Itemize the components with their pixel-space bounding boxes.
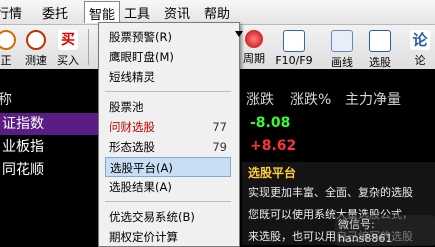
toolbar-f10-label: F10/F9 xyxy=(275,54,313,67)
column-header-name[interactable]: 称 xyxy=(0,89,12,109)
menu-quotes[interactable]: 行情 xyxy=(0,3,22,22)
menu-item-option-pricing[interactable]: 期权定价计算 xyxy=(105,227,231,247)
toolbar-speed-label: 测速 xyxy=(25,54,47,67)
draw-line-icon xyxy=(331,30,353,52)
menu-tools[interactable]: 工具 xyxy=(124,3,150,22)
menu-item-label: 选股平台(A) xyxy=(110,161,173,175)
clock-icon xyxy=(26,30,46,50)
menu-item-label: 形态选股 xyxy=(109,140,155,154)
circle-icon xyxy=(245,30,263,48)
toolbar-speed-button[interactable]: 测速 xyxy=(20,28,52,67)
smart-dropdown-menu: 股票预警(R) 鹰眼盯盘(M) 短线精灵 股票池 问财选股 77 形态选股 79… xyxy=(98,22,243,247)
toolbar-period-label: 周期 xyxy=(243,52,265,65)
menu-divider xyxy=(105,201,231,202)
row-name: 证指数 xyxy=(2,116,44,132)
table-row[interactable]: 业板指 xyxy=(0,136,112,158)
toolbar-screener-button[interactable]: 选股 xyxy=(364,28,396,69)
table-row[interactable]: 同花顺 xyxy=(0,159,112,181)
menu-item-screener-platform[interactable]: 选股平台(A) xyxy=(105,157,231,177)
table-row[interactable]: 证指数 xyxy=(0,113,112,135)
toolbar-drawline-label: 画线 xyxy=(331,56,353,69)
toolbar-buy-label: 买入 xyxy=(57,54,79,67)
toolbar-buy-button[interactable]: 买 买入 xyxy=(52,28,84,67)
menu-item-label: 优选交易系统(B) xyxy=(109,210,195,224)
menu-item-eagle-eye[interactable]: 鹰眼盯盘(M) xyxy=(105,47,231,67)
column-header-change[interactable]: 涨跌 xyxy=(246,89,274,109)
toolbar-f10-button[interactable]: F10/F9 xyxy=(272,28,316,67)
toolbar-record-label: 正 xyxy=(0,54,12,67)
document-icon xyxy=(283,30,305,52)
toolbar-separator xyxy=(88,29,89,65)
menu-item-label: 选股结果(A) xyxy=(109,180,172,194)
menu-trade[interactable]: 委托 xyxy=(42,3,68,22)
chevron-down-icon[interactable] xyxy=(235,31,243,37)
record-icon xyxy=(0,30,16,50)
tooltip-title: 选股平台 xyxy=(248,166,297,180)
menu-item-label: 鹰眼盯盘(M) xyxy=(109,50,174,64)
row-name: 业板指 xyxy=(2,139,44,155)
menu-help[interactable]: 帮助 xyxy=(204,3,230,22)
tooltip-line: 实现更加丰富、全面、复杂的选股 xyxy=(248,186,413,199)
menu-item-wencai-screener[interactable]: 问财选股 77 xyxy=(105,117,231,137)
row-change-value: +8.62 xyxy=(250,138,297,154)
buy-icon: 买 xyxy=(58,30,78,50)
watermark: 微信号: hans8861 xyxy=(335,215,435,246)
row-change-value: -8.08 xyxy=(250,115,291,131)
row-name: 同花顺 xyxy=(2,162,44,178)
menu-item-label: 股票预警(R) xyxy=(109,30,172,44)
menu-item-shortcut: 79 xyxy=(212,140,227,154)
forum-icon: 论 xyxy=(410,30,430,50)
menu-news[interactable]: 资讯 xyxy=(164,3,190,22)
menu-item-screener-results[interactable]: 选股结果(A) xyxy=(105,177,231,197)
toolbar-forum-label: 论 xyxy=(414,54,426,67)
menu-item-optimal-trading-system[interactable]: 优选交易系统(B) xyxy=(105,207,231,227)
menu-item-short-term-sprite[interactable]: 短线精灵 xyxy=(105,67,231,87)
menu-item-pattern-screener[interactable]: 形态选股 79 xyxy=(105,137,231,157)
menu-item-label: 股票池 xyxy=(109,100,144,114)
menu-item-label: 问财选股 xyxy=(109,120,155,134)
toolbar-drawline-button[interactable]: 画线 xyxy=(326,28,358,69)
toolbar-forum-button[interactable]: 论 论 xyxy=(404,28,435,67)
screener-icon xyxy=(369,30,391,52)
menu-item-label: 短线精灵 xyxy=(109,70,155,84)
column-header-main-net[interactable]: 主力净量 xyxy=(345,89,401,109)
menu-smart[interactable]: 智能 xyxy=(84,1,121,23)
menu-item-shortcut: 77 xyxy=(212,120,227,134)
menu-item-stock-pool[interactable]: 股票池 xyxy=(105,97,231,117)
menu-divider xyxy=(105,91,231,92)
toolbar-record-button[interactable]: 正 xyxy=(0,28,22,67)
column-header-change-percent[interactable]: 涨跌% xyxy=(290,89,331,109)
menu-item-stock-alert[interactable]: 股票预警(R) xyxy=(105,27,231,47)
toolbar-screener-label: 选股 xyxy=(369,56,391,69)
menu-item-label: 期权定价计算 xyxy=(109,230,178,244)
